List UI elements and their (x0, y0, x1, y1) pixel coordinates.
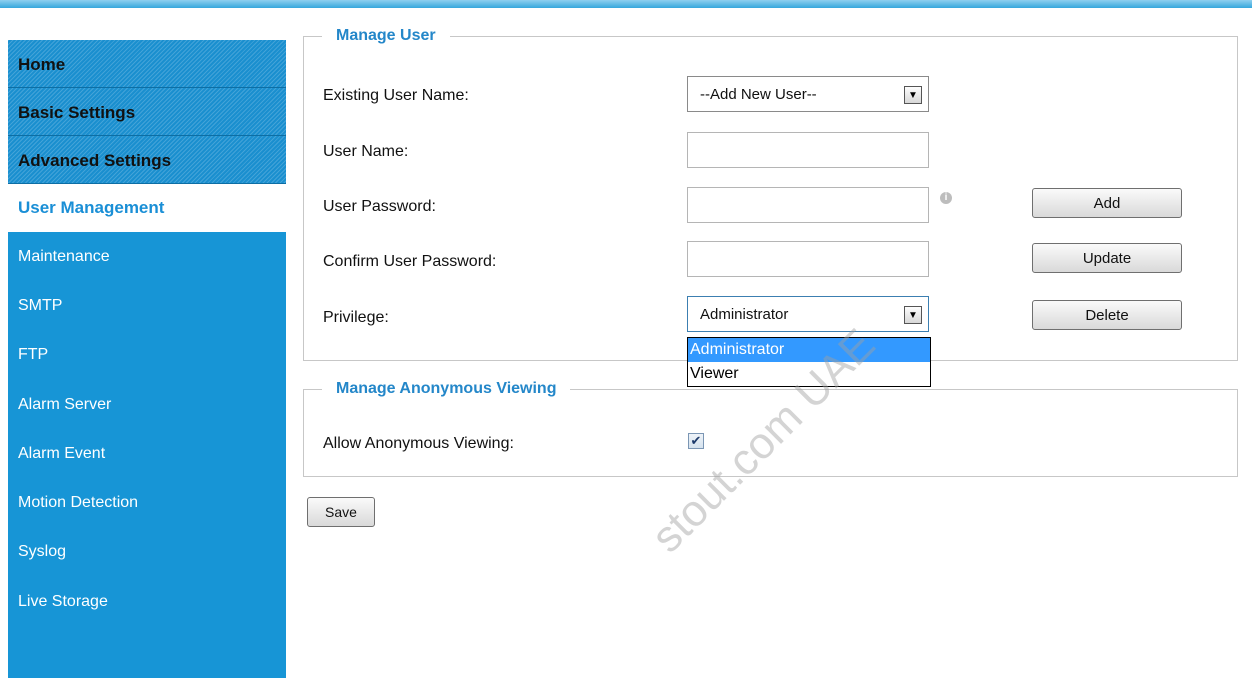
sidebar-item-alarm-server[interactable]: Alarm Server (8, 380, 286, 429)
confirm-password-label: Confirm User Password: (323, 253, 497, 270)
sidebar-item-motion-detection[interactable]: Motion Detection (8, 478, 286, 527)
privilege-label: Privilege: (323, 309, 389, 326)
sidebar: Home Basic Settings Advanced Settings Us… (8, 40, 286, 678)
privilege-select[interactable]: Administrator ▼ (687, 296, 929, 332)
sidebar-item-label: Alarm Event (18, 444, 106, 462)
allow-anonymous-label: Allow Anonymous Viewing: (323, 435, 514, 452)
add-button[interactable]: Add (1032, 188, 1182, 218)
sidebar-item-alarm-event[interactable]: Alarm Event (8, 429, 286, 478)
sidebar-item-advanced-settings[interactable]: Advanced Settings (8, 136, 286, 184)
sidebar-item-syslog[interactable]: Syslog (8, 528, 286, 577)
sidebar-item-label: Live Storage (18, 592, 108, 610)
user-password-input[interactable] (687, 187, 929, 223)
sidebar-item-ftp[interactable]: FTP (8, 331, 286, 380)
sidebar-item-label: SMTP (18, 296, 63, 314)
update-button[interactable]: Update (1032, 243, 1182, 273)
confirm-password-input[interactable] (687, 241, 929, 277)
privilege-select-value: Administrator (700, 305, 789, 323)
allow-anonymous-checkbox[interactable]: ✔ (688, 433, 704, 449)
user-name-input[interactable] (687, 132, 929, 168)
dropdown-option-administrator[interactable]: Administrator (688, 338, 930, 362)
sidebar-item-label: Home (18, 55, 66, 74)
sidebar-item-live-storage[interactable]: Live Storage (8, 577, 286, 626)
top-banner-strip (0, 0, 1252, 8)
sidebar-item-label: Advanced Settings (18, 151, 172, 170)
delete-button[interactable]: Delete (1032, 300, 1182, 330)
sidebar-item-label: Syslog (18, 543, 67, 561)
sidebar-item-basic-settings[interactable]: Basic Settings (8, 88, 286, 136)
existing-user-name-label: Existing User Name: (323, 87, 469, 104)
sidebar-item-smtp[interactable]: SMTP (8, 281, 286, 330)
existing-user-select[interactable]: --Add New User-- ▼ (687, 76, 929, 112)
manage-user-legend: Manage User (322, 27, 450, 45)
sidebar-item-label: FTP (18, 346, 49, 364)
user-name-label: User Name: (323, 143, 409, 160)
sidebar-item-label: Maintenance (18, 247, 110, 265)
save-button[interactable]: Save (307, 497, 375, 527)
chevron-down-icon[interactable]: ▼ (904, 306, 922, 324)
sidebar-item-label: Motion Detection (18, 494, 139, 512)
sidebar-item-maintenance[interactable]: Maintenance (8, 232, 286, 281)
sidebar-item-home[interactable]: Home (8, 40, 286, 88)
sidebar-item-label: Alarm Server (18, 395, 112, 413)
user-password-label: User Password: (323, 198, 436, 215)
anonymous-viewing-legend: Manage Anonymous Viewing (322, 380, 571, 398)
sidebar-item-label: User Management (18, 198, 165, 217)
sidebar-item-label: Basic Settings (18, 103, 136, 122)
chevron-down-icon[interactable]: ▼ (904, 86, 922, 104)
existing-user-select-value: --Add New User-- (700, 85, 817, 103)
info-icon: i (940, 192, 952, 204)
sidebar-item-user-management[interactable]: User Management (8, 184, 286, 232)
